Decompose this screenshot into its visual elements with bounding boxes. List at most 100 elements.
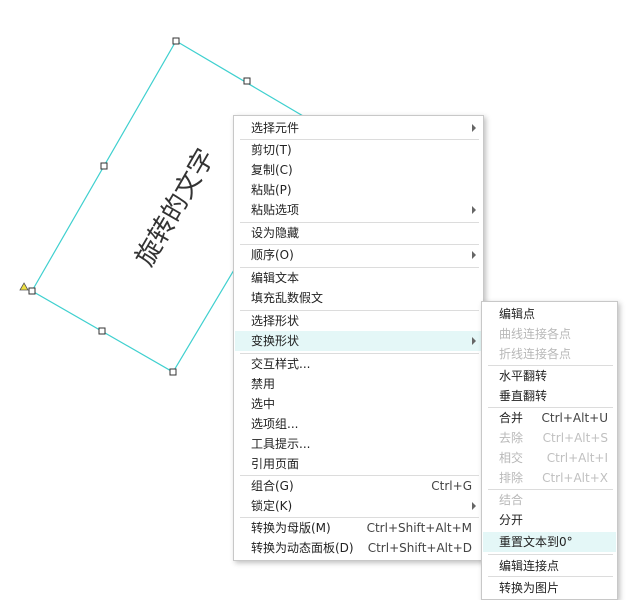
menu-separator xyxy=(488,554,613,555)
shortcut-hint: Ctrl+Alt+X xyxy=(542,471,608,485)
context-menu-item[interactable]: 复制(C) xyxy=(235,160,482,180)
context-menu-item-label: 转换为母版(M) xyxy=(251,521,331,535)
shortcut-hint: Ctrl+Shift+Alt+D xyxy=(367,541,472,555)
shortcut-hint: Ctrl+Alt+S xyxy=(542,431,608,445)
context-menu-item-label: 选择形状 xyxy=(251,314,300,328)
submenu-item[interactable]: 合并 Ctrl+Alt+U xyxy=(483,408,616,428)
submenu-arrow-icon xyxy=(472,502,476,510)
resize-handle[interactable] xyxy=(169,368,177,376)
menu-separator xyxy=(488,489,613,490)
submenu-item-label: 重置文本到0° xyxy=(499,535,573,549)
context-menu-item[interactable]: 粘贴(P) xyxy=(235,180,482,200)
submenu-item: 折线连接各点 xyxy=(483,344,616,364)
submenu-item-label: 曲线连接各点 xyxy=(499,327,572,341)
submenu-item-label: 相交 xyxy=(499,451,524,465)
context-menu-item-label: 设为隐藏 xyxy=(251,226,300,240)
context-menu-item[interactable]: 剪切(T) xyxy=(235,140,482,160)
submenu-item: 排除 Ctrl+Alt+X xyxy=(483,468,616,488)
context-menu-item-label: 禁用 xyxy=(251,377,276,391)
context-menu-item[interactable]: 编辑文本 xyxy=(235,268,482,288)
context-menu-item[interactable]: 选中 xyxy=(235,394,482,414)
context-menu-item[interactable]: 引用页面 xyxy=(235,454,482,474)
submenu-item[interactable]: 转换为图片 xyxy=(483,578,616,598)
context-menu-item[interactable]: 锁定(K) xyxy=(235,496,482,516)
context-menu-item-label: 锁定(K) xyxy=(251,499,293,513)
context-menu-item-label: 组合(G) xyxy=(251,479,294,493)
context-menu-item-label: 剪切(T) xyxy=(251,143,292,157)
submenu-item-label: 折线连接各点 xyxy=(499,347,572,361)
context-menu-item-label: 选项组... xyxy=(251,417,299,431)
menu-separator xyxy=(240,475,479,476)
context-menu-item[interactable]: 选项组... xyxy=(235,414,482,434)
menu-separator xyxy=(240,222,479,223)
context-menu-item[interactable]: 工具提示... xyxy=(235,434,482,454)
context-menu-item-label: 转换为动态面板(D) xyxy=(251,541,354,555)
resize-handle[interactable] xyxy=(243,77,251,85)
shortcut-hint: Ctrl+Shift+Alt+M xyxy=(366,521,472,535)
context-menu-item[interactable]: 变换形状 xyxy=(235,331,482,351)
context-menu-item[interactable]: 粘贴选项 xyxy=(235,200,482,220)
resize-handle[interactable] xyxy=(172,37,180,45)
context-menu-item-label: 编辑文本 xyxy=(251,271,300,285)
context-menu-item[interactable]: 设为隐藏 xyxy=(235,223,482,243)
resize-handle[interactable] xyxy=(28,287,36,295)
submenu-arrow-icon xyxy=(472,206,476,214)
selection-handles xyxy=(28,37,251,376)
submenu-item[interactable]: 编辑连接点 xyxy=(483,556,616,576)
submenu-item-label: 结合 xyxy=(499,493,524,507)
submenu-item[interactable]: 编辑点 xyxy=(483,304,616,324)
context-menu-item[interactable]: 禁用 xyxy=(235,374,482,394)
context-menu-item[interactable]: 顺序(O) xyxy=(235,245,482,265)
context-menu-item-label: 填充乱数假文 xyxy=(251,291,324,305)
anchor-marker-icon[interactable] xyxy=(19,282,29,291)
menu-separator xyxy=(240,244,479,245)
context-menu-item-label: 粘贴选项 xyxy=(251,203,300,217)
context-menu-item-label: 引用页面 xyxy=(251,457,300,471)
context-menu-item[interactable]: 交互样式... xyxy=(235,354,482,374)
resize-handle[interactable] xyxy=(98,327,106,335)
resize-handle[interactable] xyxy=(100,162,108,170)
submenu-arrow-icon xyxy=(472,251,476,259)
context-menu-item[interactable]: 填充乱数假文 xyxy=(235,288,482,308)
submenu-item-label: 垂直翻转 xyxy=(499,389,548,403)
rotated-shape-text[interactable]: 旋转的文字 xyxy=(130,144,221,272)
context-menu-item-label: 选中 xyxy=(251,397,276,411)
submenu-item-label: 排除 xyxy=(499,471,524,485)
menu-separator xyxy=(240,517,479,518)
context-menu-item-label: 复制(C) xyxy=(251,163,293,177)
submenu-item-label: 转换为图片 xyxy=(499,581,560,595)
menu-separator xyxy=(240,267,479,268)
submenu-item[interactable]: 垂直翻转 xyxy=(483,386,616,406)
context-menu-item[interactable]: 选择形状 xyxy=(235,311,482,331)
context-menu-item-label: 交互样式... xyxy=(251,357,311,371)
submenu-item-label: 去除 xyxy=(499,431,524,445)
submenu-item-label: 编辑点 xyxy=(499,307,536,321)
menu-separator xyxy=(240,310,479,311)
menu-separator xyxy=(488,365,613,366)
context-menu-item[interactable]: 转换为动态面板(D) Ctrl+Shift+Alt+D xyxy=(235,538,482,558)
submenu-arrow-icon xyxy=(472,124,476,132)
submenu-item[interactable]: 水平翻转 xyxy=(483,366,616,386)
context-menu-item-label: 顺序(O) xyxy=(251,248,294,262)
submenu-arrow-icon xyxy=(472,337,476,345)
menu-separator xyxy=(240,139,479,140)
shortcut-hint: Ctrl+G xyxy=(431,479,472,493)
shortcut-hint: Ctrl+Alt+I xyxy=(546,451,608,465)
context-menu-item-label: 变换形状 xyxy=(251,334,300,348)
context-menu-item-label: 选择元件 xyxy=(251,121,300,135)
submenu-item: 结合 xyxy=(483,490,616,510)
menu-separator xyxy=(488,407,613,408)
submenu-item: 去除 Ctrl+Alt+S xyxy=(483,428,616,448)
context-menu-item-label: 粘贴(P) xyxy=(251,183,292,197)
context-menu: 选择元件剪切(T) 复制(C) 粘贴(P) 粘贴选项设为隐藏顺序(O) 编辑文本填充乱数… xyxy=(233,115,484,561)
context-menu-item[interactable]: 转换为母版(M) Ctrl+Shift+Alt+M xyxy=(235,518,482,538)
submenu-item[interactable]: 分开 xyxy=(483,510,616,530)
shortcut-hint: Ctrl+Alt+U xyxy=(541,411,609,425)
context-menu-item[interactable]: 组合(G) Ctrl+G xyxy=(235,476,482,496)
menu-separator xyxy=(240,353,479,354)
transform-shape-submenu: 编辑点曲线连接各点 折线连接各点水平翻转垂直翻转合并 Ctrl+Alt+U 去除 Ctr… xyxy=(481,301,618,600)
context-menu-item[interactable]: 选择元件 xyxy=(235,118,482,138)
context-menu-item-label: 工具提示... xyxy=(251,437,311,451)
submenu-item[interactable]: 重置文本到0° xyxy=(483,532,616,552)
submenu-item-label: 编辑连接点 xyxy=(499,559,560,573)
